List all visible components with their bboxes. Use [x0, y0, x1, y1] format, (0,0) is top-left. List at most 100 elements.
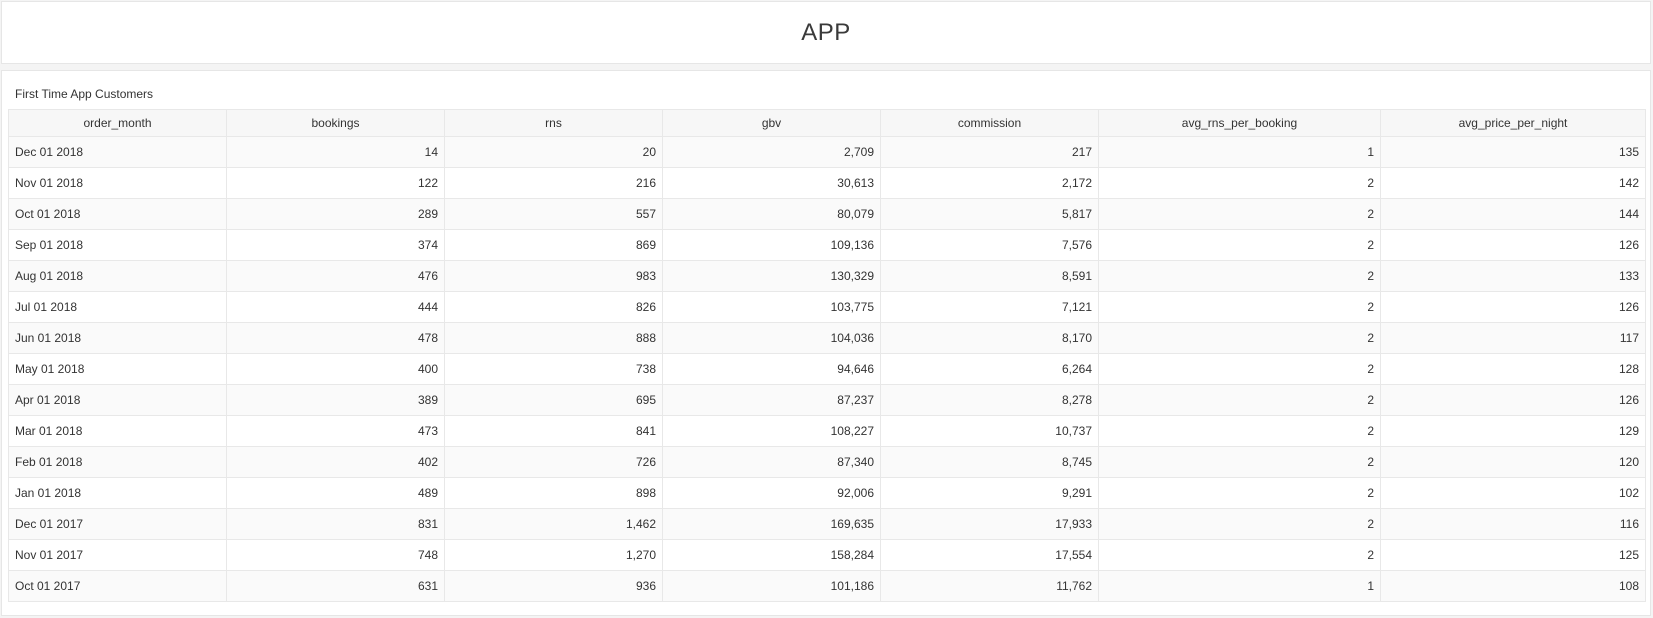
- table-cell-order-month: Jan 01 2018: [8, 477, 227, 509]
- table-cell-gbv: 169,635: [662, 508, 881, 540]
- table-cell-rns: 936: [444, 570, 663, 602]
- table-cell-order-month: Nov 01 2018: [8, 167, 227, 199]
- table-cell-bookings: 444: [226, 291, 445, 323]
- table-cell-order-month: Nov 01 2017: [8, 539, 227, 571]
- table-cell-avg-price-per-night: 126: [1380, 291, 1646, 323]
- table-cell-avg-rns-per-booking: 1: [1098, 570, 1381, 602]
- table-body: Dec 01 2018 14 20 2,709 217 1 135 Nov 01 2018 12…: [8, 136, 1646, 602]
- table-cell-gbv: 108,227: [662, 415, 881, 447]
- table-cell-bookings: 289: [226, 198, 445, 230]
- dashboard-page: APP First Time App Customers order_month…: [0, 0, 1653, 618]
- table-cell-commission: 7,576: [880, 229, 1099, 261]
- table-cell-avg-rns-per-booking: 2: [1098, 415, 1381, 447]
- table-cell-avg-rns-per-booking: 2: [1098, 384, 1381, 416]
- table-cell-order-month: Aug 01 2018: [8, 260, 227, 292]
- table-cell-rns: 841: [444, 415, 663, 447]
- table-cell-avg-rns-per-booking: 2: [1098, 446, 1381, 478]
- table-row: Jun 01 2018 478 888 104,036 8,170 2 117: [8, 322, 1646, 354]
- table-cell-bookings: 402: [226, 446, 445, 478]
- table-cell-avg-rns-per-booking: 2: [1098, 353, 1381, 385]
- table-cell-avg-rns-per-booking: 2: [1098, 229, 1381, 261]
- table-cell-commission: 217: [880, 136, 1099, 168]
- table-cell-avg-price-per-night: 120: [1380, 446, 1646, 478]
- table-cell-order-month: Dec 01 2017: [8, 508, 227, 540]
- table-cell-order-month: Oct 01 2018: [8, 198, 227, 230]
- table-cell-avg-price-per-night: 102: [1380, 477, 1646, 509]
- table-cell-rns: 1,462: [444, 508, 663, 540]
- table-cell-avg-price-per-night: 108: [1380, 570, 1646, 602]
- table-panel: First Time App Customers order_month book…: [1, 70, 1651, 616]
- table-cell-rns: 557: [444, 198, 663, 230]
- table-cell-order-month: Jun 01 2018: [8, 322, 227, 354]
- table-cell-avg-price-per-night: 125: [1380, 539, 1646, 571]
- table-cell-bookings: 631: [226, 570, 445, 602]
- table-row: Oct 01 2017 631 936 101,186 11,762 1 108: [8, 570, 1646, 602]
- table-cell-rns: 898: [444, 477, 663, 509]
- table-row: Jan 01 2018 489 898 92,006 9,291 2 102: [8, 477, 1646, 509]
- table-cell-gbv: 80,079: [662, 198, 881, 230]
- table-cell-avg-price-per-night: 126: [1380, 384, 1646, 416]
- table-cell-bookings: 400: [226, 353, 445, 385]
- table-cell-avg-price-per-night: 126: [1380, 229, 1646, 261]
- panel-title: First Time App Customers: [15, 87, 154, 101]
- table-cell-order-month: Feb 01 2018: [8, 446, 227, 478]
- table-cell-bookings: 476: [226, 260, 445, 292]
- column-header-commission[interactable]: commission: [880, 109, 1099, 137]
- table-cell-rns: 20: [444, 136, 663, 168]
- page-title: APP: [801, 18, 851, 46]
- table-cell-avg-rns-per-booking: 2: [1098, 198, 1381, 230]
- data-table: order_month bookings rns gbv commission avg_r…: [8, 109, 1646, 602]
- table-cell-order-month: Sep 01 2018: [8, 229, 227, 261]
- table-cell-rns: 888: [444, 322, 663, 354]
- table-cell-order-month: Oct 01 2017: [8, 570, 227, 602]
- table-cell-avg-rns-per-booking: 2: [1098, 322, 1381, 354]
- table-cell-avg-price-per-night: 117: [1380, 322, 1646, 354]
- table-header-row: order_month bookings rns gbv commission avg_r…: [8, 109, 1646, 137]
- table-cell-bookings: 489: [226, 477, 445, 509]
- table-cell-avg-price-per-night: 144: [1380, 198, 1646, 230]
- table-cell-order-month: Jul 01 2018: [8, 291, 227, 323]
- table-cell-avg-rns-per-booking: 2: [1098, 291, 1381, 323]
- table-cell-commission: 17,554: [880, 539, 1099, 571]
- table-cell-gbv: 104,036: [662, 322, 881, 354]
- column-header-gbv[interactable]: gbv: [662, 109, 881, 137]
- table-row: Jul 01 2018 444 826 103,775 7,121 2 126: [8, 291, 1646, 323]
- table-cell-commission: 8,170: [880, 322, 1099, 354]
- table-cell-rns: 1,270: [444, 539, 663, 571]
- table-row: May 01 2018 400 738 94,646 6,264 2 128: [8, 353, 1646, 385]
- table-cell-avg-rns-per-booking: 2: [1098, 167, 1381, 199]
- table-cell-rns: 216: [444, 167, 663, 199]
- table-cell-order-month: Dec 01 2018: [8, 136, 227, 168]
- table-cell-gbv: 2,709: [662, 136, 881, 168]
- table-cell-avg-price-per-night: 116: [1380, 508, 1646, 540]
- table-cell-avg-rns-per-booking: 2: [1098, 260, 1381, 292]
- table-cell-bookings: 748: [226, 539, 445, 571]
- table-cell-bookings: 478: [226, 322, 445, 354]
- table-cell-commission: 10,737: [880, 415, 1099, 447]
- table-header: order_month bookings rns gbv commission avg_r…: [8, 109, 1646, 137]
- table-row: Mar 01 2018 473 841 108,227 10,737 2 129: [8, 415, 1646, 447]
- table-cell-avg-price-per-night: 142: [1380, 167, 1646, 199]
- table-cell-gbv: 87,340: [662, 446, 881, 478]
- column-header-bookings[interactable]: bookings: [226, 109, 445, 137]
- table-cell-commission: 8,591: [880, 260, 1099, 292]
- table-cell-avg-price-per-night: 129: [1380, 415, 1646, 447]
- table-cell-rns: 695: [444, 384, 663, 416]
- table-cell-rns: 726: [444, 446, 663, 478]
- table-row: Aug 01 2018 476 983 130,329 8,591 2 133: [8, 260, 1646, 292]
- table-container[interactable]: order_month bookings rns gbv commission avg_r…: [8, 109, 1646, 602]
- table-cell-bookings: 831: [226, 508, 445, 540]
- table-cell-commission: 11,762: [880, 570, 1099, 602]
- table-row: Oct 01 2018 289 557 80,079 5,817 2 144: [8, 198, 1646, 230]
- table-cell-bookings: 122: [226, 167, 445, 199]
- column-header-avg-price-per-night[interactable]: avg_price_per_night: [1380, 109, 1646, 137]
- table-cell-bookings: 14: [226, 136, 445, 168]
- column-header-avg-rns-per-booking[interactable]: avg_rns_per_booking: [1098, 109, 1381, 137]
- table-cell-commission: 2,172: [880, 167, 1099, 199]
- header-panel: APP: [1, 1, 1651, 64]
- table-row: Dec 01 2018 14 20 2,709 217 1 135: [8, 136, 1646, 168]
- column-header-rns[interactable]: rns: [444, 109, 663, 137]
- table-row: Feb 01 2018 402 726 87,340 8,745 2 120: [8, 446, 1646, 478]
- column-header-order-month[interactable]: order_month: [8, 109, 227, 137]
- table-cell-gbv: 103,775: [662, 291, 881, 323]
